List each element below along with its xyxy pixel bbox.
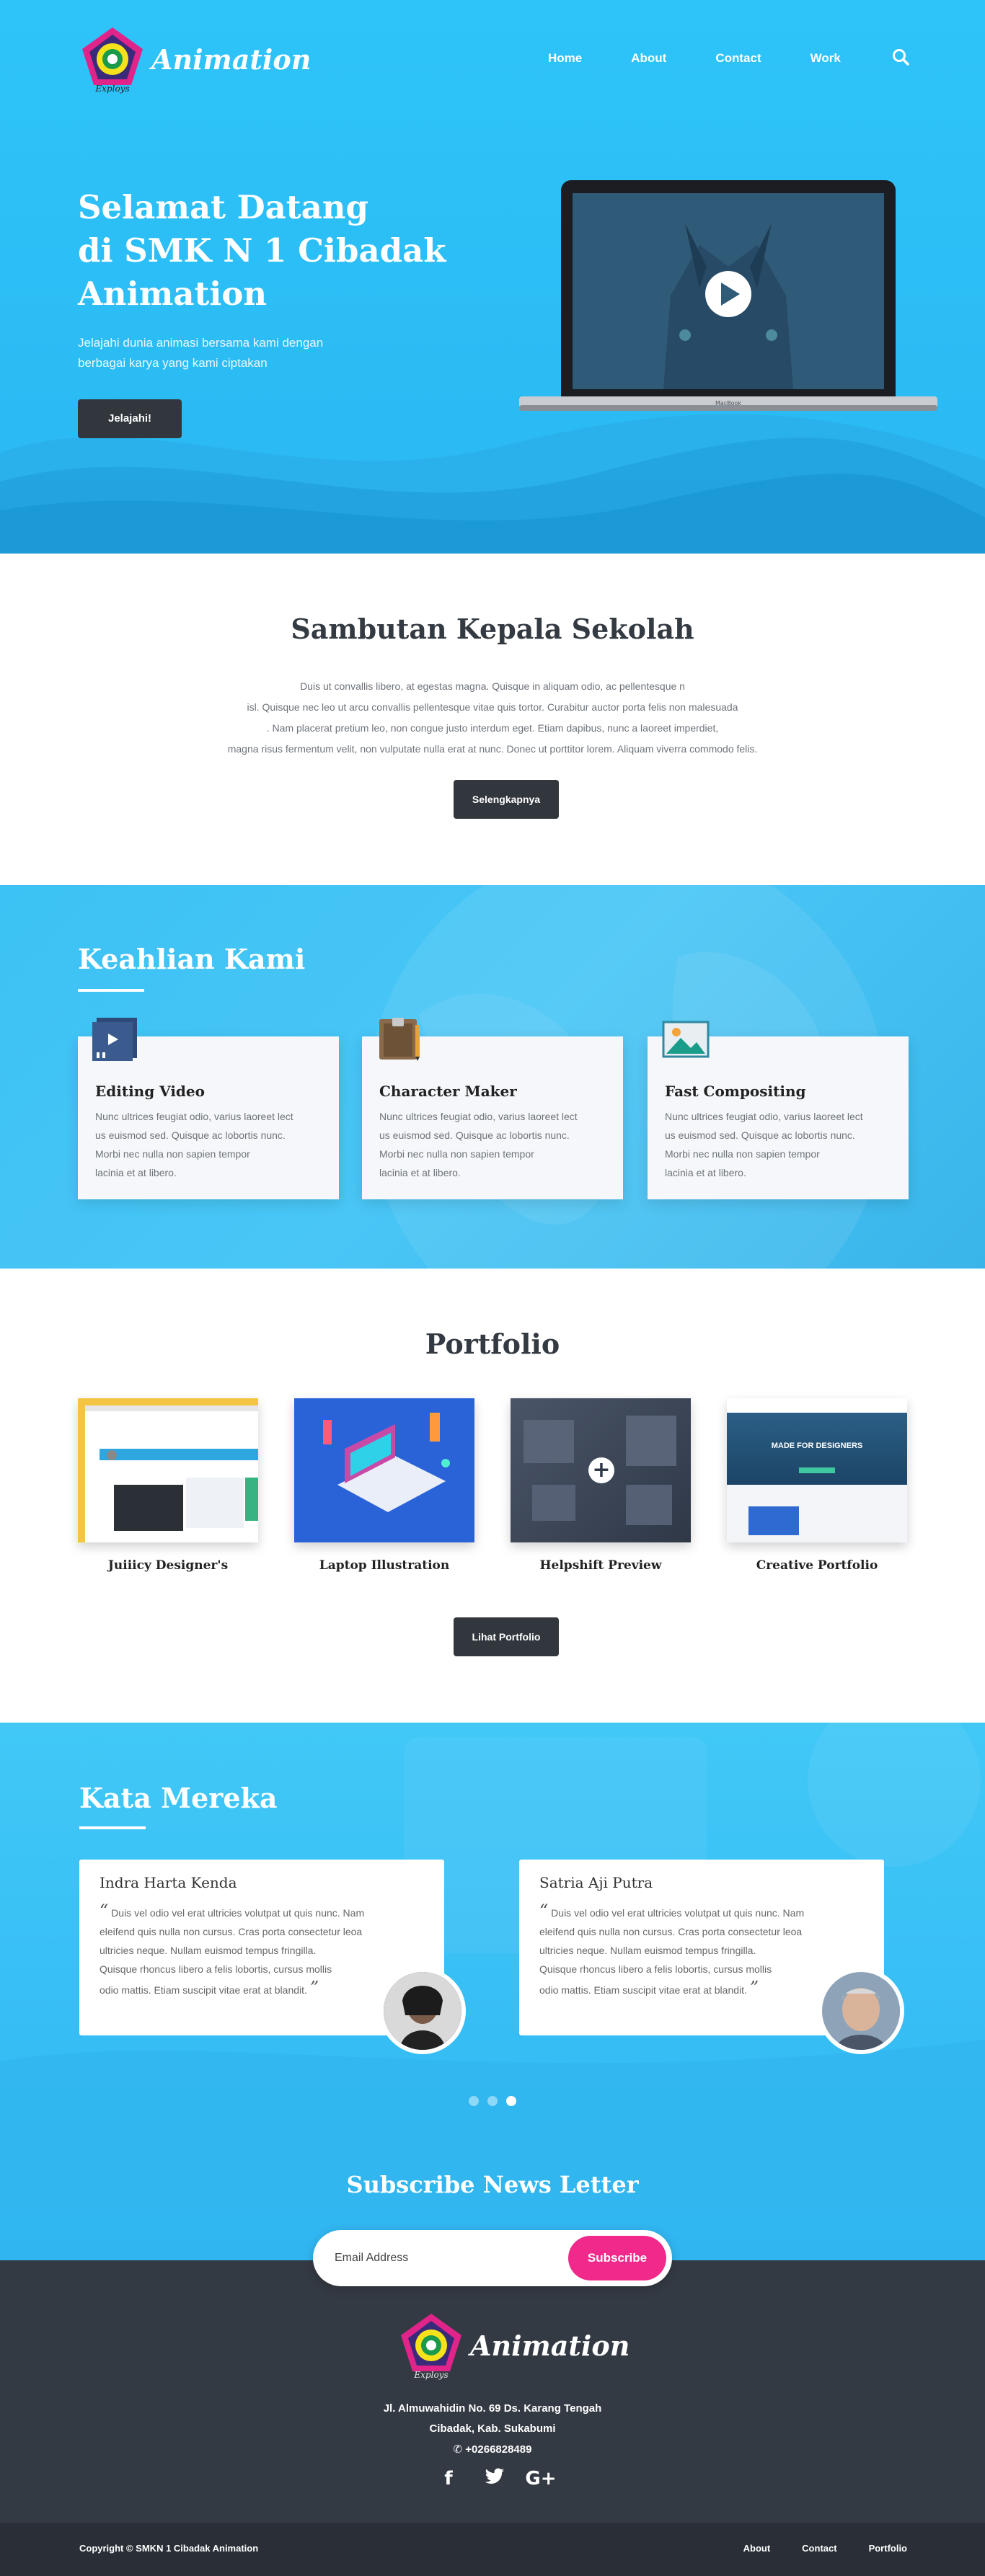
portfolio-title: Portfolio [425, 1328, 560, 1360]
phone-icon: ✆ [453, 2443, 463, 2456]
facebook-icon[interactable]: f [433, 2468, 464, 2494]
subscribe-title: Subscribe News Letter [346, 2171, 639, 2198]
explore-button[interactable]: Jelajahi! [78, 399, 182, 438]
search-icon[interactable] [891, 48, 913, 69]
testimonial-title: Kata Mereka [79, 1782, 278, 1814]
copyright-text: Copyright © SMKN 1 Cibadak Animation [79, 2543, 259, 2554]
subscribe-form: Subscribe [313, 2230, 672, 2286]
portfolio-label: Juiiicy Designer's [107, 1558, 229, 1573]
skill-card-text: Nunc ultrices feugiat odio, varius laore… [665, 1111, 863, 1178]
logo-emblem-icon: Exploys [76, 25, 149, 94]
skill-card-compositing[interactable]: Fast Compositing Nunc ultrices feugiat o… [648, 1021, 909, 1199]
skills-section: Keahlian Kami Editing Video Nunc ultrice… [0, 885, 985, 1269]
avatar [379, 1968, 466, 2054]
logo-emblem-icon: Exploys [395, 2311, 467, 2380]
brand-name: Animation [151, 43, 312, 76]
brand-logo[interactable]: Exploys Animation [76, 25, 311, 94]
testimonial-section: Kata Mereka Indra Harta Kenda “ Duis vel… [0, 1723, 985, 2260]
nav-contact[interactable]: Contact [715, 51, 761, 66]
portfolio-label: Creative Portfolio [756, 1558, 878, 1573]
welcome-text: Duis ut convallis libero, at egestas mag… [227, 680, 758, 755]
portfolio-item-juiiicy[interactable]: Juiiicy Designer's [78, 1398, 258, 1573]
social-links: f G+ [433, 2468, 571, 2494]
testimonial-name: Satria Aji Putra [539, 1874, 653, 1891]
laptop-brand: MacBook [715, 400, 741, 407]
skill-card-text: Nunc ultrices feugiat odio, varius laore… [379, 1111, 578, 1178]
avatar [818, 1968, 904, 2054]
footer-link-about[interactable]: About [743, 2543, 771, 2554]
laptop-mockup: MacBook [519, 180, 937, 418]
footer-links: About Contact Portfolio [712, 2543, 907, 2554]
skills-title: Keahlian Kami [78, 943, 306, 975]
footer-bottom-bar: Copyright © SMKN 1 Cibadak Animation Abo… [0, 2523, 985, 2576]
footer-logo[interactable]: Exploys Animation [395, 2311, 630, 2380]
skill-card-editing[interactable]: Editing Video Nunc ultrices feugiat odio… [78, 1018, 339, 1199]
hero-title: Selamat Datang di SMK N 1 Cibadak Animat… [78, 188, 446, 313]
subscribe-button[interactable]: Subscribe [568, 2236, 666, 2280]
portfolio-item-helpshift[interactable]: + Helpshift Preview [511, 1398, 691, 1573]
landscape-image-icon [662, 1016, 710, 1061]
footer: Exploys Animation Jl. Almuwahidin No. 69… [0, 2260, 985, 2523]
footer-address: Jl. Almuwahidin No. 69 Ds. Karang Tengah… [383, 2402, 602, 2456]
welcome-section: Sambutan Kepala Sekolah Duis ut convalli… [0, 554, 985, 885]
portfolio-label: Helpshift Preview [539, 1558, 662, 1573]
skill-card-title: Fast Compositing [665, 1083, 806, 1100]
skill-card-title: Character Maker [379, 1083, 517, 1100]
sketchbook-icon [376, 1016, 424, 1061]
portfolio-label: Laptop Illustration [319, 1558, 450, 1573]
view-portfolio-button[interactable]: Lihat Portfolio [454, 1617, 559, 1656]
portfolio-thumb[interactable]: MADE FOR DESIGNERS [727, 1398, 907, 1542]
skill-card-character[interactable]: Character Maker Nunc ultrices feugiat od… [362, 1018, 623, 1199]
nav-work[interactable]: Work [810, 51, 841, 66]
read-more-button[interactable]: Selengkapnya [454, 780, 559, 819]
footer-link-contact[interactable]: Contact [802, 2543, 836, 2554]
main-nav: Home About Contact Work [548, 48, 913, 69]
nav-about[interactable]: About [631, 51, 666, 66]
video-player-icon [92, 1016, 140, 1061]
footer-link-portfolio[interactable]: Portfolio [869, 2543, 907, 2554]
portfolio-thumb[interactable] [78, 1398, 258, 1542]
skill-card-title: Editing Video [95, 1083, 205, 1100]
carousel-dots [469, 2096, 525, 2106]
carousel-dot[interactable] [469, 2096, 479, 2106]
skills-title-underline [78, 989, 144, 992]
skill-card-text: Nunc ultrices feugiat odio, varius laore… [95, 1111, 293, 1178]
thumb-headline: MADE FOR DESIGNERS [771, 1442, 863, 1450]
nav-home[interactable]: Home [548, 51, 582, 66]
portfolio-section: Portfolio Juiiicy Designer's Laptop Illu… [0, 1269, 985, 1723]
portfolio-item-laptop[interactable]: Laptop Illustration [294, 1398, 474, 1573]
google-plus-icon[interactable]: G+ [525, 2468, 557, 2494]
twitter-icon[interactable] [479, 2468, 511, 2494]
testimonial-name: Indra Harta Kenda [100, 1874, 237, 1891]
carousel-dot-active[interactable] [506, 2096, 516, 2106]
email-field[interactable] [335, 2246, 551, 2270]
logo-tagline: Exploys [413, 2370, 448, 2380]
portfolio-item-creative[interactable]: MADE FOR DESIGNERS Creative Portfolio [727, 1398, 907, 1573]
carousel-dot[interactable] [487, 2096, 498, 2106]
portfolio-thumb[interactable]: + [511, 1398, 691, 1542]
testimonial-quote: “ Duis vel odio vel erat ultricies volut… [539, 1901, 805, 1998]
portfolio-thumb[interactable] [294, 1398, 474, 1542]
logo-tagline: Exploys [94, 84, 129, 94]
testimonial-title-underline [79, 1826, 146, 1829]
welcome-title: Sambutan Kepala Sekolah [291, 613, 694, 645]
brand-name: Animation [470, 2329, 630, 2362]
plus-icon[interactable]: + [588, 1457, 614, 1483]
play-button-icon [705, 271, 751, 317]
hero-section: Exploys Animation Home About Contact Wor… [0, 0, 985, 554]
footer-phone: +0266828489 [465, 2443, 532, 2456]
testimonial-quote: “ Duis vel odio vel erat ultricies volut… [100, 1901, 365, 1998]
hero-subtitle: Jelajahi dunia animasi bersama kami deng… [78, 336, 324, 370]
